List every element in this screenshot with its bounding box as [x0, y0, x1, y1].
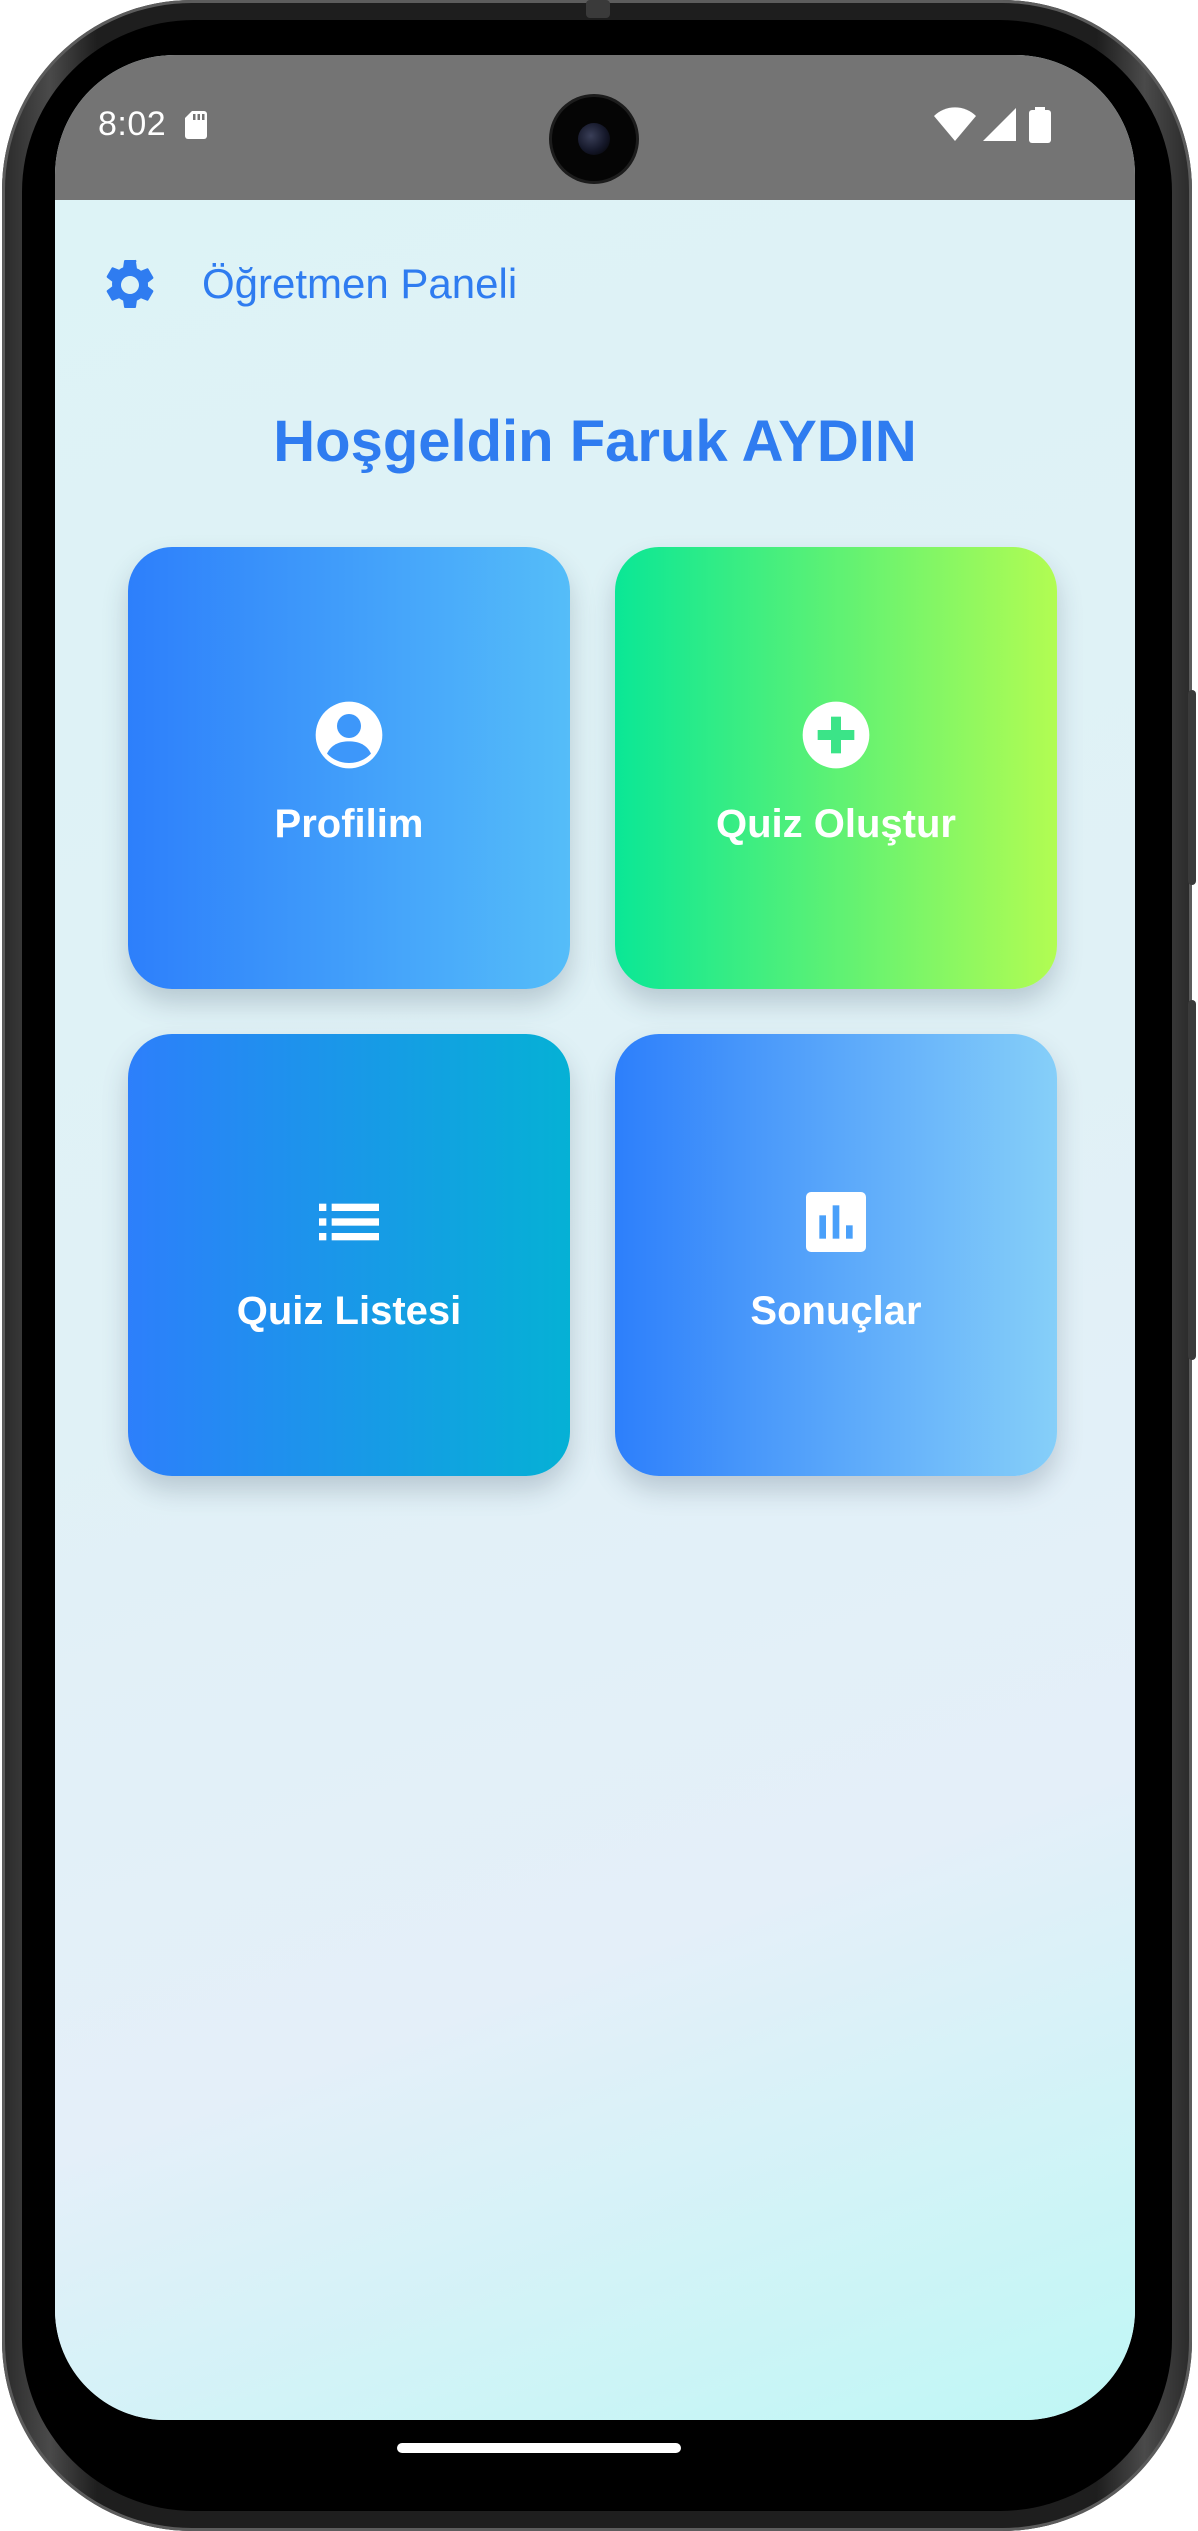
add-circle-icon: [802, 701, 870, 769]
results-tile[interactable]: Sonuçlar: [615, 1034, 1057, 1476]
cellular-signal-icon: [983, 108, 1016, 141]
bar-chart-icon: [806, 1192, 866, 1252]
wifi-icon: [934, 107, 976, 141]
status-icons: [933, 107, 1063, 143]
app-bar: Öğretmen Paneli: [55, 200, 1135, 370]
account-circle-icon: [315, 701, 383, 769]
sd-card-icon: [185, 111, 207, 139]
profile-tile-label: Profilim: [274, 802, 424, 846]
status-bar: 8:02: [55, 55, 1135, 200]
quiz-list-tile[interactable]: Quiz Listesi: [128, 1034, 570, 1476]
front-camera: [552, 97, 636, 181]
create-quiz-tile-label: Quiz Oluştur: [716, 802, 956, 846]
gear-icon[interactable]: [100, 255, 160, 315]
create-quiz-tile[interactable]: Quiz Oluştur: [615, 547, 1057, 989]
volume-button: [1188, 1000, 1196, 1360]
quiz-list-tile-label: Quiz Listesi: [236, 1289, 462, 1333]
page-title: Öğretmen Paneli: [202, 260, 518, 307]
status-time: 8:02: [98, 105, 167, 143]
teacher-dashboard: Öğretmen Paneli Hoşgeldin Faruk AYDIN Pr…: [55, 200, 1135, 2420]
screen: 8:02 Öğretmen Paneli Hoşgeldin Faruk AYD…: [55, 55, 1135, 2420]
top-notch-detail: [586, 0, 610, 18]
profile-tile[interactable]: Profilim: [128, 547, 570, 989]
battery-icon: [1029, 107, 1051, 143]
list-icon: [319, 1203, 379, 1241]
home-indicator[interactable]: [397, 2443, 681, 2453]
power-button: [1188, 690, 1196, 885]
results-tile-label: Sonuçlar: [750, 1289, 922, 1333]
welcome-heading: Hoşgeldin Faruk AYDIN: [273, 409, 917, 474]
